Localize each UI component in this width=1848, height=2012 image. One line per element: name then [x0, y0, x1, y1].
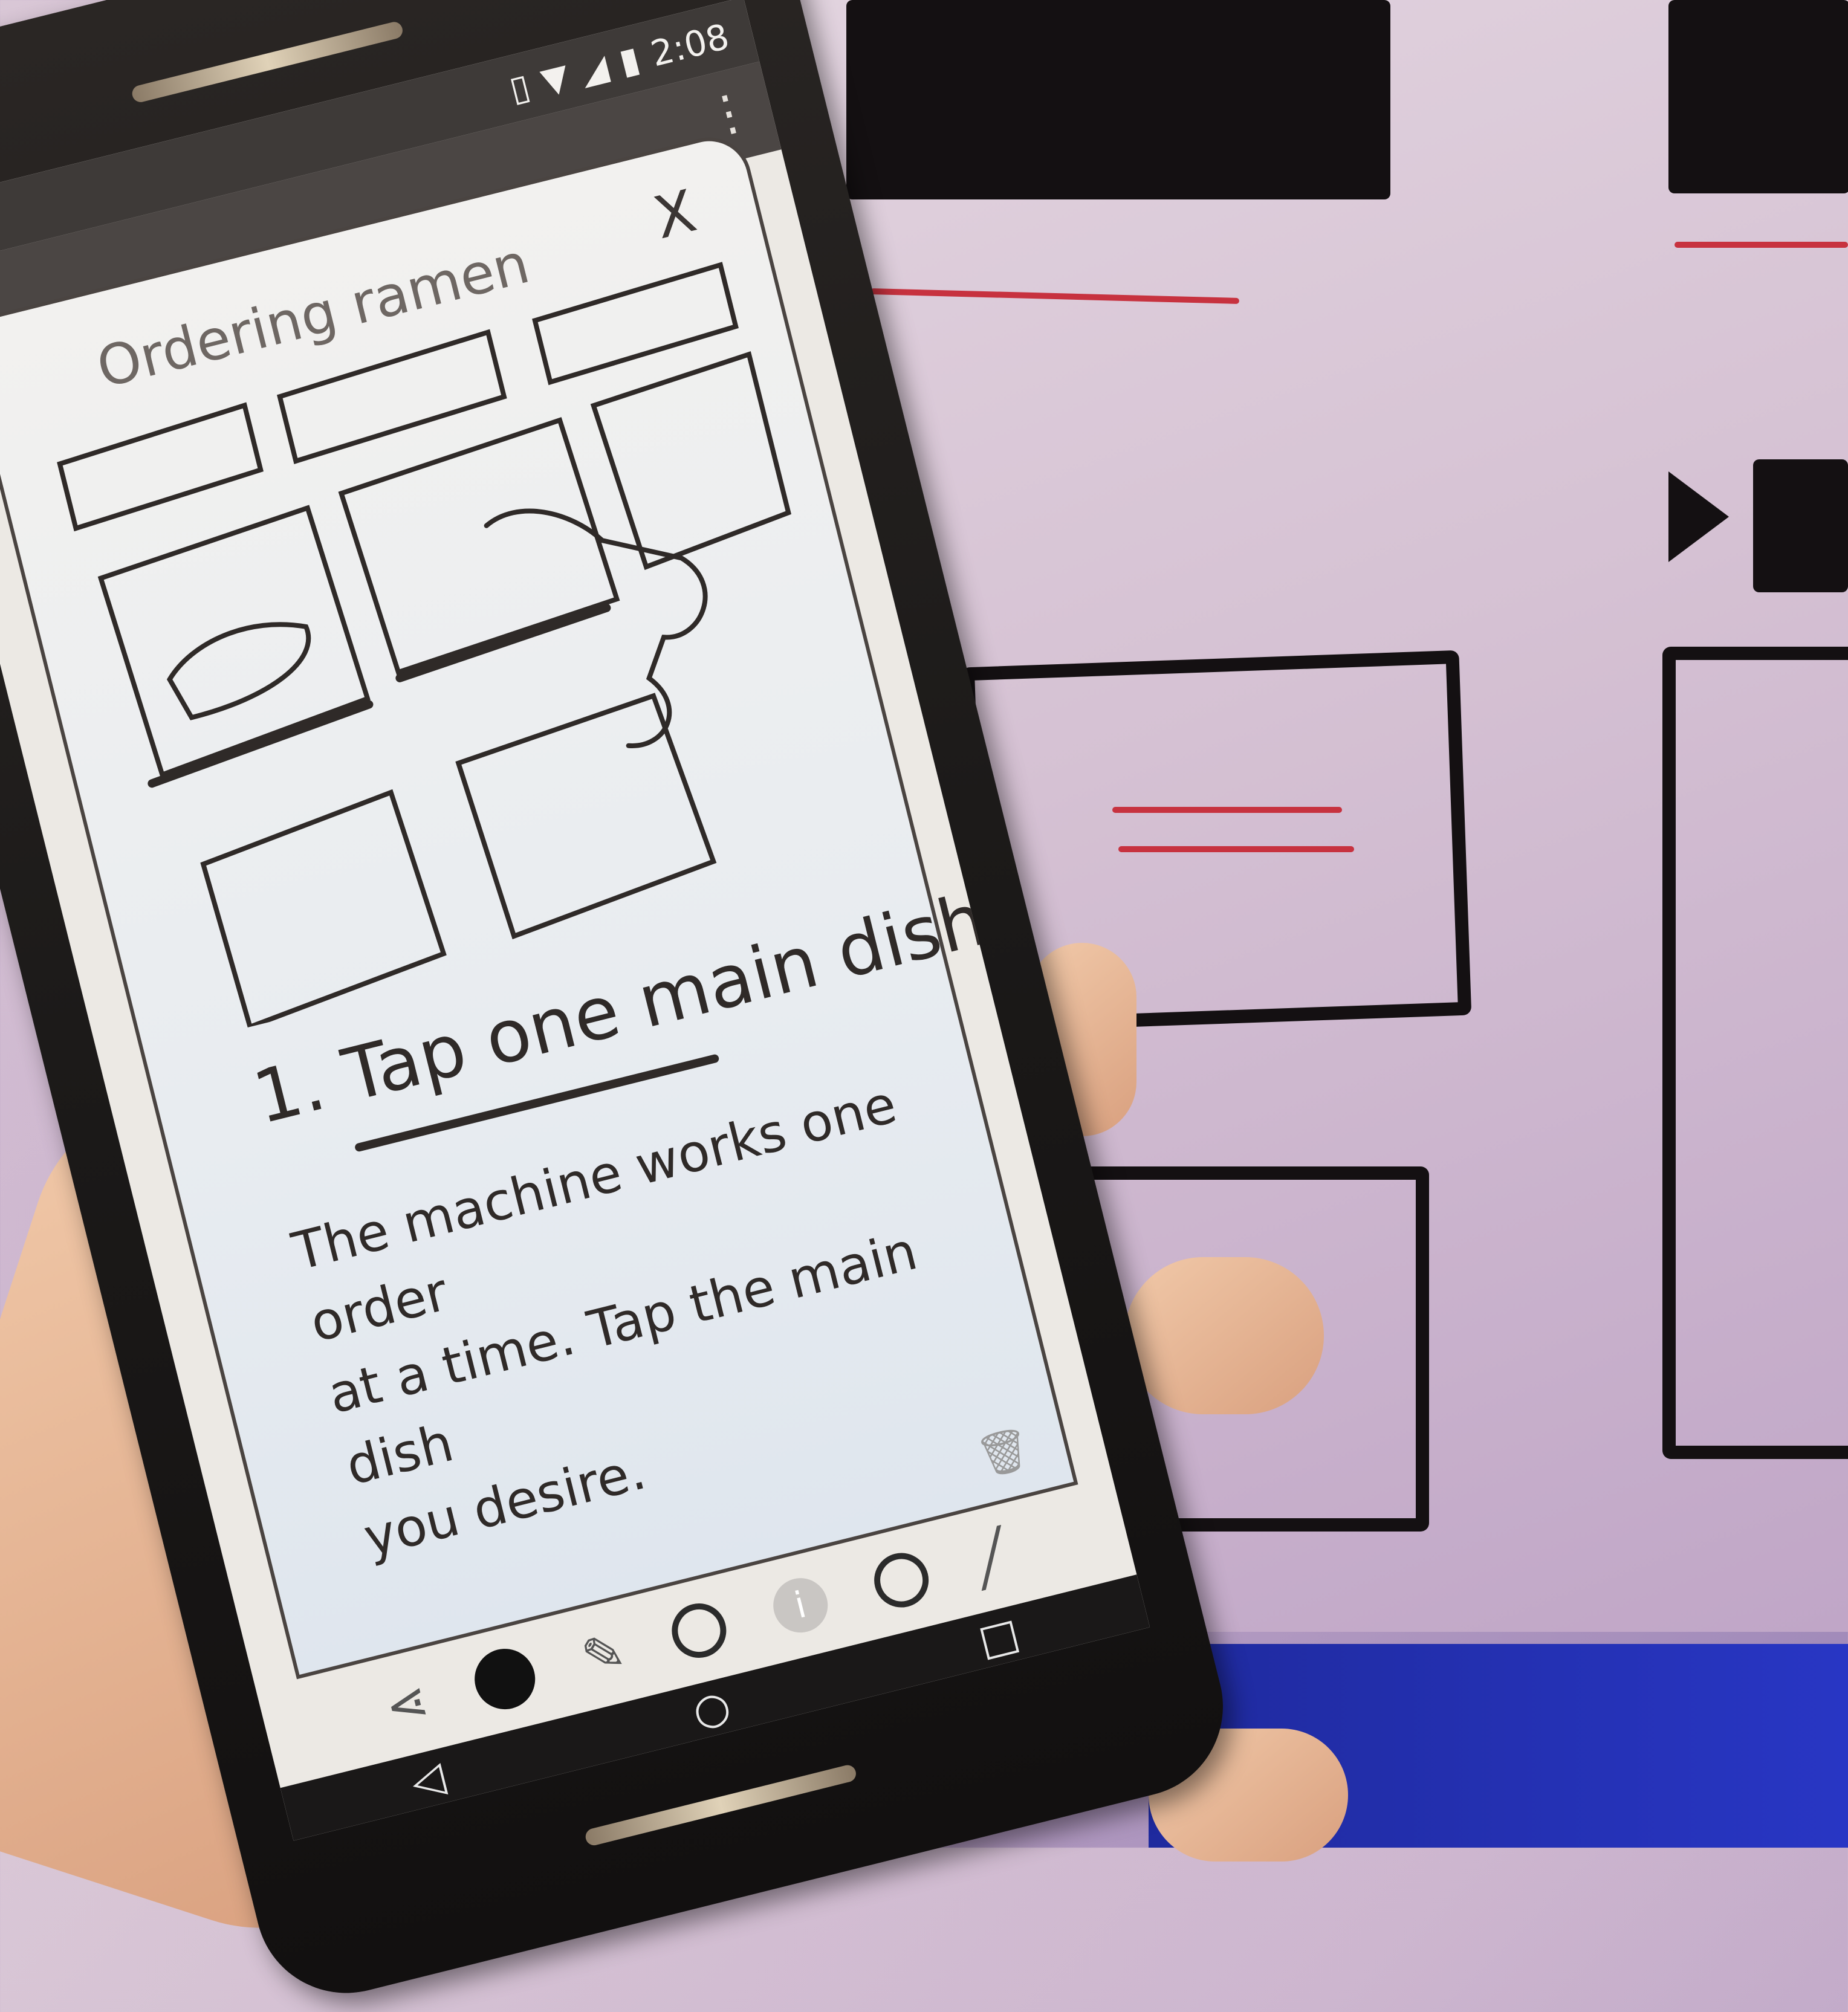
sketch-hand	[484, 508, 708, 748]
sketch-panel	[532, 262, 739, 386]
overflow-menu-icon[interactable]: ⋮	[698, 80, 759, 146]
wifi-icon: ▼	[537, 55, 573, 102]
nav-home-icon[interactable]: ○	[687, 1680, 735, 1737]
status-time: 2:08	[646, 16, 733, 75]
phone-speaker-bottom	[583, 1763, 858, 1848]
info-icon[interactable]: i	[767, 1572, 834, 1638]
sketch-panel	[338, 417, 620, 676]
sketch-panel	[455, 693, 717, 940]
signal-icon: ◢	[575, 45, 612, 92]
sketch-panel	[590, 351, 792, 571]
background-red-line	[1675, 242, 1848, 248]
sketch-panel	[200, 789, 447, 1030]
pencil-icon[interactable]: ✎	[575, 1620, 631, 1688]
sketch-panel	[276, 329, 507, 464]
share-icon[interactable]: ⋖	[379, 1670, 435, 1738]
vibrate-icon: ▯	[505, 65, 534, 110]
background-red-line	[1118, 846, 1354, 852]
sketch-tray	[148, 700, 374, 788]
nav-back-icon[interactable]: ◁	[406, 1752, 450, 1808]
shape-circle-icon[interactable]	[868, 1547, 935, 1613]
hand-finger	[1124, 1257, 1324, 1414]
pen-icon[interactable]: ╱	[970, 1525, 1014, 1590]
battery-icon: ▮	[615, 37, 644, 83]
background-sketch-frame	[1662, 647, 1848, 1459]
background-sketch-block	[1668, 0, 1848, 193]
shape-circle-icon[interactable]	[666, 1597, 732, 1664]
background-red-line	[1112, 807, 1342, 813]
background-sketch-block	[1753, 459, 1848, 592]
color-dot-icon[interactable]	[468, 1642, 542, 1716]
close-icon[interactable]: X	[647, 177, 702, 253]
nav-recents-icon[interactable]: □	[973, 1608, 1024, 1666]
sketch-tray	[395, 603, 611, 682]
photo-scene: ▯ ▼ ◢ ▮ 2:08 ✉ ← ⋮ Ordering ramen X	[0, 0, 1848, 2012]
sketch-panel	[57, 402, 264, 532]
sketch-panel	[97, 505, 371, 778]
background-sketch-block	[846, 0, 1390, 199]
sketch-ramen-bowl	[166, 622, 311, 720]
